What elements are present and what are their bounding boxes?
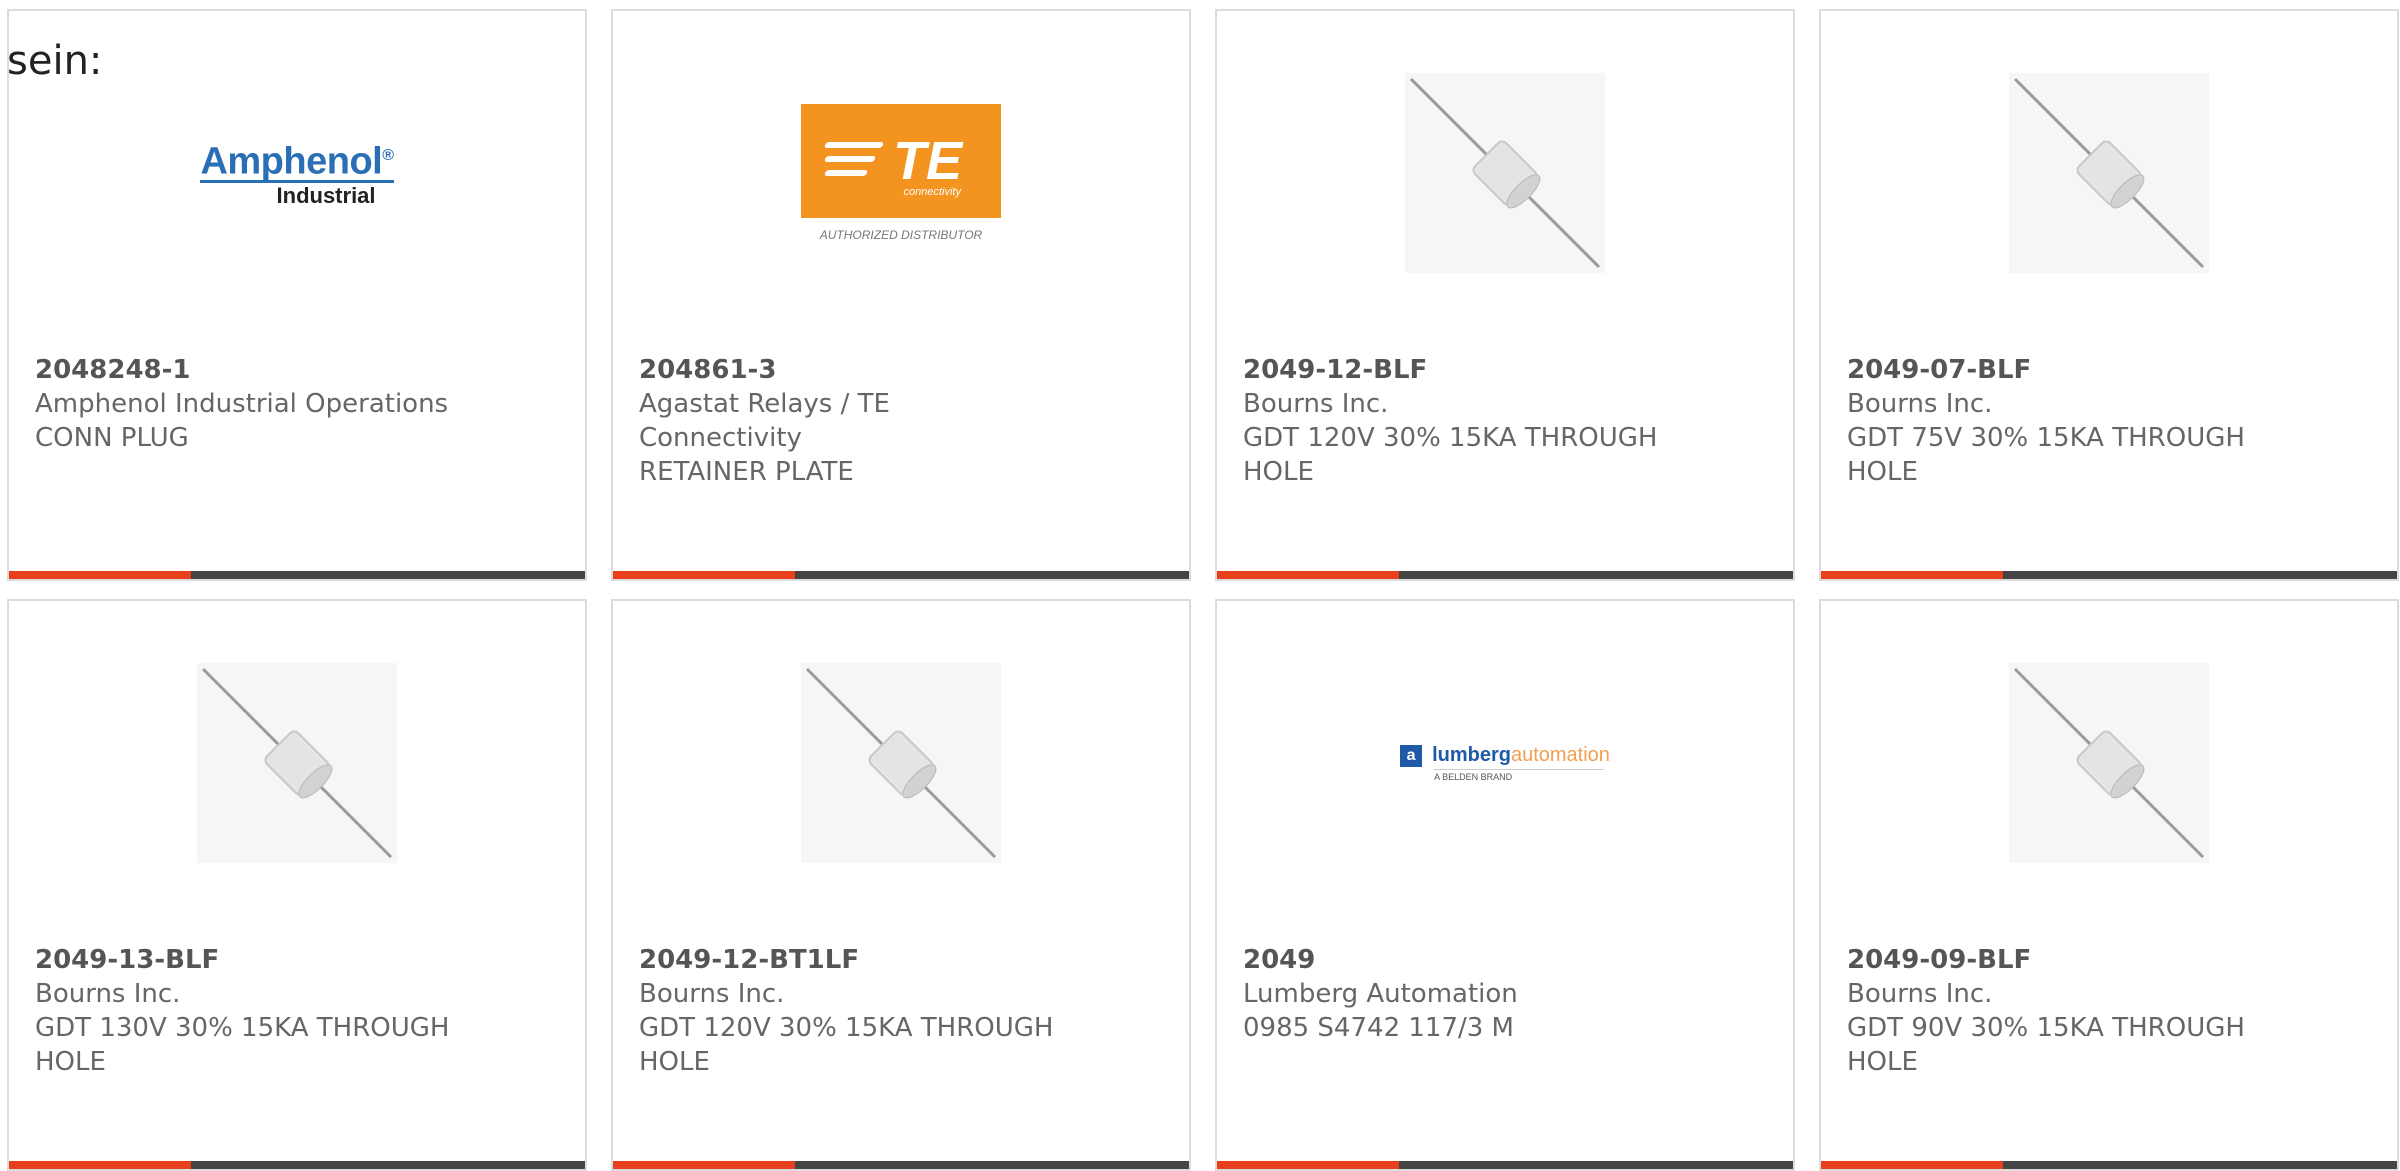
part-number-link[interactable]: 204861-3 [639, 353, 1059, 387]
manufacturer-name: Bourns Inc. [639, 979, 785, 1009]
manufacturer-name: Bourns Inc. [1243, 389, 1389, 419]
product-card[interactable]: 2049-12-BLF Bourns Inc. GDT 120V 30% 15K… [1215, 9, 1795, 581]
product-card[interactable]: 2049-07-BLF Bourns Inc. GDT 75V 30% 15KA… [1819, 9, 2399, 581]
part-number-link[interactable]: 2049-09-BLF [1847, 943, 2267, 977]
registered-mark: ® [382, 146, 394, 164]
card-footer-bar [1217, 1161, 1793, 1169]
logo-icon: a [1400, 744, 1423, 767]
card-footer-bar [1821, 1161, 2397, 1169]
intro-text: sein: [7, 38, 103, 84]
amphenol-logo: Amphenol® Industrial [197, 73, 397, 273]
product-description: 0985 S4742 117/3 M [1243, 1013, 1514, 1043]
logo-text-secondary: automation [1510, 744, 1610, 766]
manufacturer-name: Amphenol Industrial Operations [35, 389, 449, 419]
gas-discharge-tube-image [197, 663, 397, 863]
part-number-link[interactable]: 2048248-1 [35, 353, 455, 387]
logo-text: Amphenol [200, 140, 383, 183]
product-description: GDT 75V 30% 15KA THROUGH HOLE [1847, 423, 2245, 487]
logo-subtext: connectivity [903, 186, 961, 198]
lumberg-automation-logo: a lumberg automation A BELDEN BRAND [1400, 663, 1610, 863]
card-footer-bar [613, 571, 1189, 579]
gas-discharge-tube-image [1405, 73, 1605, 273]
card-footer-bar [9, 1161, 585, 1169]
product-card[interactable]: 2049-09-BLF Bourns Inc. GDT 90V 30% 15KA… [1819, 599, 2399, 1171]
product-card[interactable]: Amphenol® Industrial 2048248-1 Amphenol … [7, 9, 587, 581]
product-description: RETAINER PLATE [639, 457, 854, 487]
product-description: GDT 120V 30% 15KA THROUGH HOLE [639, 1013, 1054, 1077]
manufacturer-name: Bourns Inc. [1847, 979, 1993, 1009]
logo-tagline: A BELDEN BRAND [1434, 769, 1605, 782]
logo-text: lumberg [1432, 744, 1511, 766]
manufacturer-name: Bourns Inc. [1847, 389, 1993, 419]
product-grid: Amphenol® Industrial 2048248-1 Amphenol … [7, 9, 2399, 1171]
authorized-distributor-label: AUTHORIZED DISTRIBUTOR [819, 228, 983, 242]
product-card[interactable]: 2049-13-BLF Bourns Inc. GDT 130V 30% 15K… [7, 599, 587, 1171]
product-card[interactable]: 2049-12-BT1LF Bourns Inc. GDT 120V 30% 1… [611, 599, 1191, 1171]
manufacturer-name: Lumberg Automation [1243, 979, 1518, 1009]
logo-subtext: Industrial [276, 183, 376, 209]
part-number-link[interactable]: 2049-13-BLF [35, 943, 455, 977]
card-footer-bar [1217, 571, 1793, 579]
gas-discharge-tube-image [801, 663, 1001, 863]
gas-discharge-tube-image [2009, 663, 2209, 863]
manufacturer-name: Agastat Relays / TE Connectivity [639, 389, 890, 453]
part-number-link[interactable]: 2049 [1243, 943, 1663, 977]
part-number-link[interactable]: 2049-12-BLF [1243, 353, 1663, 387]
card-footer-bar [1821, 571, 2397, 579]
gas-discharge-tube-image [2009, 73, 2209, 273]
product-description: GDT 120V 30% 15KA THROUGH HOLE [1243, 423, 1658, 487]
product-card[interactable]: TE connectivity AUTHORIZED DISTRIBUTOR 2… [611, 9, 1191, 581]
card-footer-bar [9, 571, 585, 579]
logo-text: TE [893, 131, 963, 191]
te-connectivity-logo: TE connectivity AUTHORIZED DISTRIBUTOR [801, 73, 1001, 273]
manufacturer-name: Bourns Inc. [35, 979, 181, 1009]
product-card[interactable]: a lumberg automation A BELDEN BRAND 2049… [1215, 599, 1795, 1171]
card-footer-bar [613, 1161, 1189, 1169]
product-description: GDT 130V 30% 15KA THROUGH HOLE [35, 1013, 450, 1077]
part-number-link[interactable]: 2049-07-BLF [1847, 353, 2267, 387]
product-description: CONN PLUG [35, 423, 189, 453]
part-number-link[interactable]: 2049-12-BT1LF [639, 943, 1059, 977]
product-description: GDT 90V 30% 15KA THROUGH HOLE [1847, 1013, 2245, 1077]
